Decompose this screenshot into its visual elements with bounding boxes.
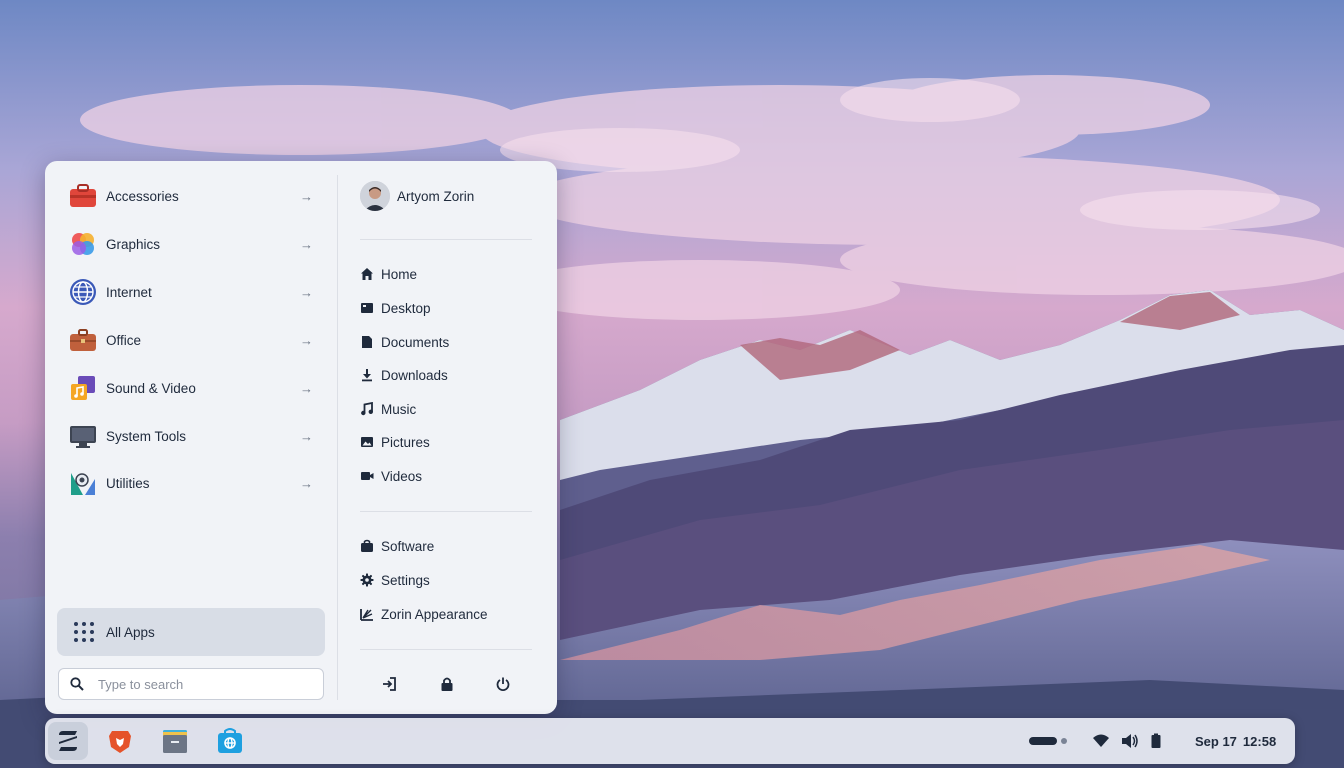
globe-icon: [69, 278, 97, 306]
download-icon: [360, 368, 374, 382]
place-pictures[interactable]: Pictures: [360, 431, 430, 453]
workspace-indicator[interactable]: [1028, 718, 1070, 764]
battery-status[interactable]: [1150, 718, 1162, 764]
arrow-right-icon: →: [300, 236, 313, 252]
all-apps-label: All Apps: [106, 624, 155, 640]
category-label: Office: [106, 332, 142, 348]
volume-icon: [1122, 734, 1138, 748]
picture-icon: [360, 435, 374, 449]
search-input[interactable]: [96, 675, 300, 693]
appearance-icon: [360, 607, 374, 621]
separator: [360, 511, 532, 512]
place-music[interactable]: Music: [360, 398, 416, 420]
places-panel: Artyom Zorin Home Desktop Documents Down…: [338, 161, 557, 714]
arrow-right-icon: →: [300, 188, 313, 204]
category-internet[interactable]: Internet →: [57, 272, 325, 312]
category-label: Internet: [106, 284, 152, 300]
category-label: Utilities: [106, 475, 150, 491]
category-sound-video[interactable]: Sound & Video →: [57, 368, 325, 408]
clock-date: Sep 17: [1195, 733, 1237, 749]
category-label: Accessories: [106, 188, 179, 204]
zorin-menu-icon: [59, 731, 77, 751]
files-icon: [163, 730, 187, 753]
category-accessories[interactable]: Accessories →: [57, 176, 325, 216]
system-label: Zorin Appearance: [381, 606, 488, 622]
place-documents[interactable]: Documents: [360, 331, 449, 353]
user-account[interactable]: Artyom Zorin: [360, 181, 474, 211]
place-label: Videos: [381, 468, 423, 484]
place-videos[interactable]: Videos: [360, 465, 422, 487]
brave-browser-icon: [109, 731, 131, 753]
clock-time: 12:58: [1242, 733, 1277, 749]
separator: [360, 239, 532, 240]
category-office[interactable]: Office →: [57, 320, 325, 360]
briefcase-icon: [69, 326, 97, 354]
search-icon: [70, 677, 84, 691]
software-store-icon: [218, 728, 242, 753]
graphics-icon: [69, 230, 97, 258]
system-label: Software: [381, 538, 435, 554]
lock-icon[interactable]: [436, 673, 458, 695]
arrow-right-icon: →: [300, 332, 313, 348]
battery-icon: [1151, 733, 1161, 748]
search-box[interactable]: [58, 668, 324, 700]
desktop-icon: [360, 301, 374, 315]
software-icon: [360, 539, 374, 553]
place-label: Documents: [381, 334, 450, 350]
grid-icon: [74, 622, 94, 642]
power-icon[interactable]: [492, 673, 514, 695]
arrow-right-icon: →: [300, 284, 313, 300]
category-panel: Accessories → Graphics → Internet → Offi…: [45, 161, 337, 714]
monitor-icon: [69, 422, 97, 450]
category-utilities[interactable]: Utilities →: [57, 463, 325, 503]
category-label: Graphics: [106, 236, 161, 252]
category-graphics[interactable]: Graphics →: [57, 224, 325, 264]
clock[interactable]: Sep 17 12:58: [1195, 718, 1276, 764]
application-menu: Accessories → Graphics → Internet → Offi…: [45, 161, 557, 714]
home-icon: [360, 267, 374, 281]
software-store-button[interactable]: [210, 722, 250, 760]
music-icon: [360, 402, 374, 416]
system-zorin-appearance[interactable]: Zorin Appearance: [360, 603, 488, 625]
arrow-right-icon: →: [300, 428, 313, 444]
brave-browser-button[interactable]: [100, 722, 140, 760]
place-label: Pictures: [381, 434, 430, 450]
system-software[interactable]: Software: [360, 535, 434, 557]
utilities-icon: [69, 469, 97, 497]
logout-icon[interactable]: [378, 673, 400, 695]
toolbox-icon: [69, 182, 97, 210]
music-video-icon: [69, 374, 97, 402]
separator: [360, 649, 532, 650]
wifi-status[interactable]: [1093, 718, 1109, 764]
place-label: Desktop: [381, 300, 431, 316]
place-home[interactable]: Home: [360, 263, 417, 285]
avatar: [360, 181, 390, 211]
gear-icon: [360, 573, 374, 587]
system-label: Settings: [381, 572, 430, 588]
taskbar: Sep 17 12:58: [45, 718, 1295, 764]
workspace-switcher-icon: [1029, 737, 1067, 745]
place-label: Downloads: [381, 367, 448, 383]
document-icon: [360, 335, 374, 349]
category-label: System Tools: [106, 428, 187, 444]
all-apps-button[interactable]: All Apps: [57, 608, 325, 656]
category-system-tools[interactable]: System Tools →: [57, 416, 325, 456]
system-settings[interactable]: Settings: [360, 569, 430, 591]
arrow-right-icon: →: [300, 380, 313, 396]
wifi-icon: [1093, 734, 1109, 747]
category-label: Sound & Video: [106, 380, 196, 396]
place-label: Home: [381, 266, 418, 282]
zorin-menu-button[interactable]: [48, 722, 88, 760]
place-desktop[interactable]: Desktop: [360, 297, 431, 319]
place-label: Music: [381, 401, 417, 417]
video-icon: [360, 469, 374, 483]
place-downloads[interactable]: Downloads: [360, 364, 448, 386]
user-name: Artyom Zorin: [397, 188, 475, 204]
arrow-right-icon: →: [300, 475, 313, 491]
files-button[interactable]: [155, 722, 195, 760]
volume-status[interactable]: [1121, 718, 1139, 764]
